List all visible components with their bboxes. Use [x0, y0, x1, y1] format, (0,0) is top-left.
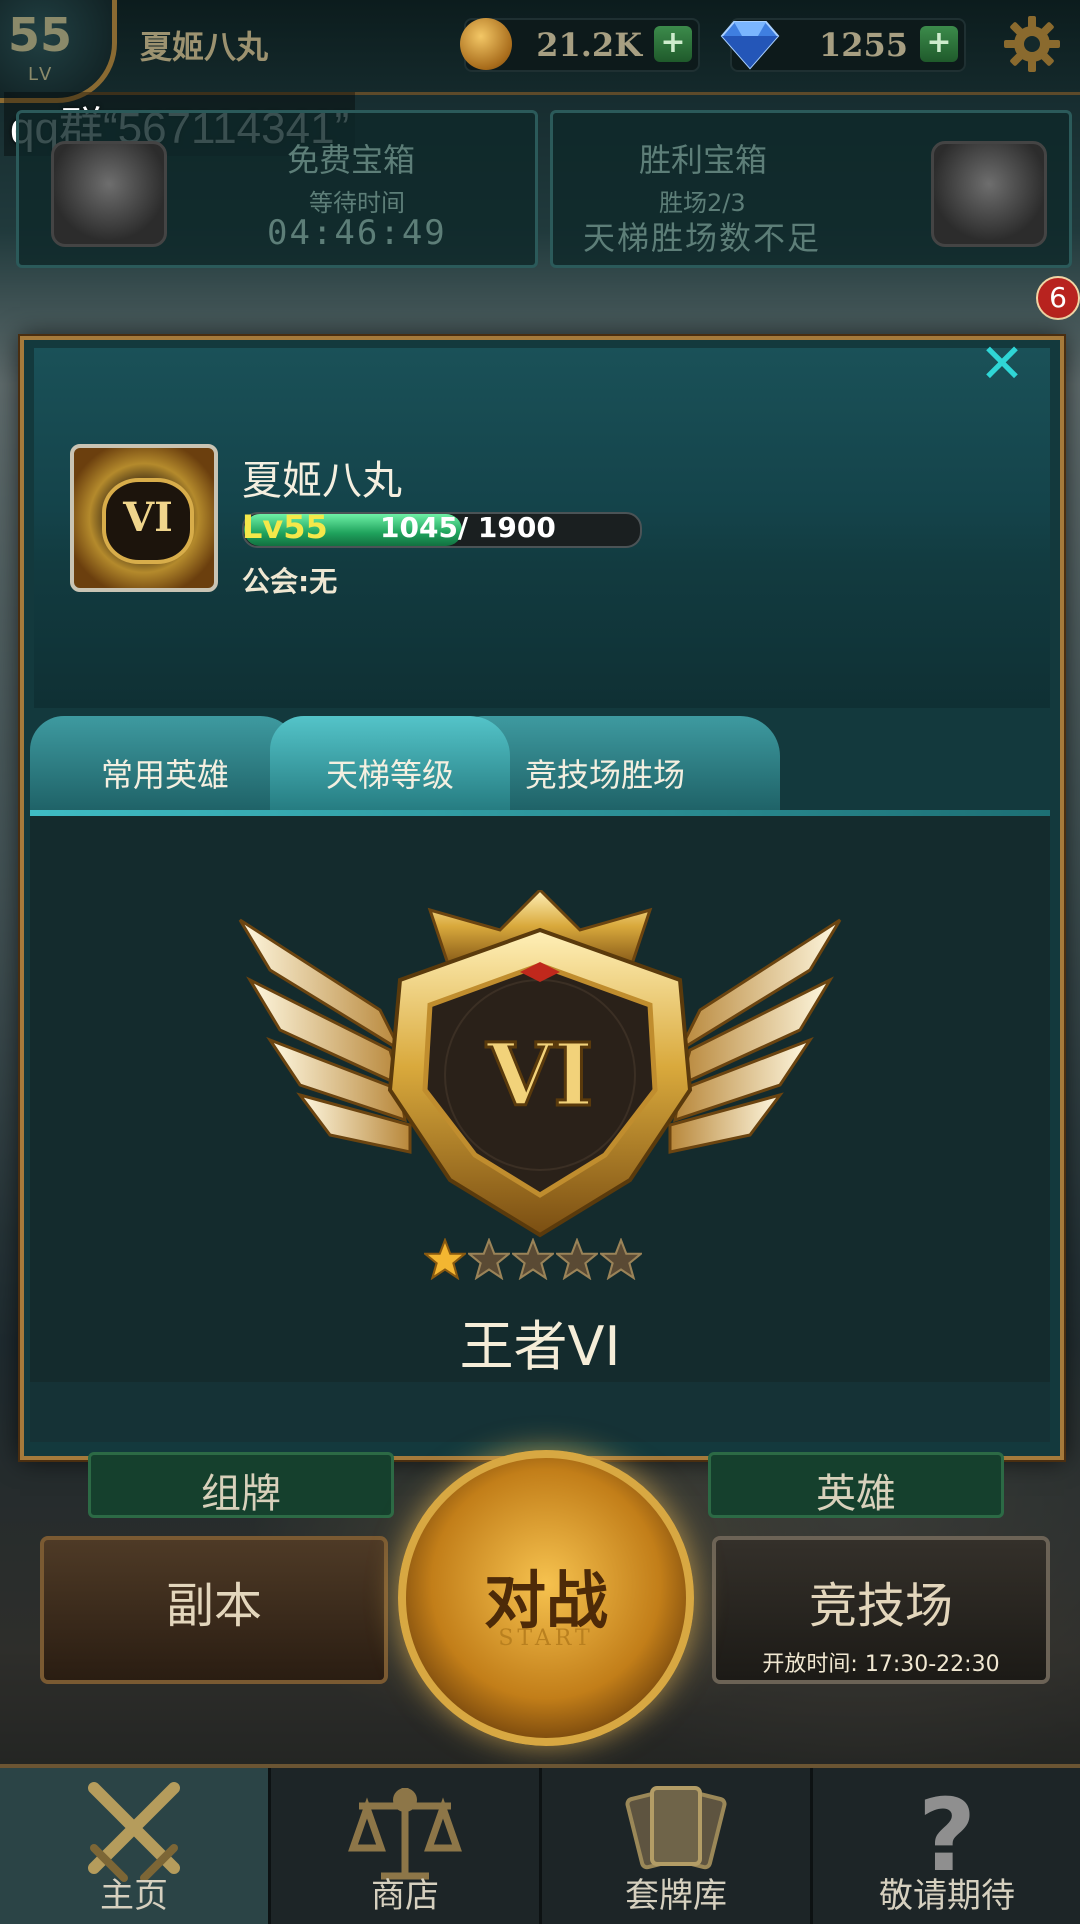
tab-ladder-rank[interactable]: 天梯等级	[270, 716, 510, 816]
tab-label: 天梯等级	[325, 756, 454, 794]
dungeon-button[interactable]: 副本	[40, 1536, 388, 1684]
victory-chest-status: 天梯胜场数不足	[583, 220, 822, 256]
nav-home[interactable]: 主页	[0, 1768, 271, 1924]
event-notification-badge: 6	[1036, 276, 1080, 320]
nav-label: 套牌库	[625, 1876, 727, 1916]
heroes-label: 英雄	[816, 1471, 896, 1517]
victory-chest-title: 胜利宝箱	[639, 141, 768, 179]
bottom-navigation: 主页 商店 套牌库 ? 敬请期待	[0, 1764, 1080, 1924]
arena-button[interactable]: 竞技场 开放时间: 17:30-22:30	[712, 1536, 1050, 1684]
emblem-numeral: VI	[486, 1025, 594, 1126]
battle-start-label: START	[498, 1626, 594, 1651]
top-status-bar: 55 LV 夏姬八丸 21.2K + 1255 +	[0, 0, 1080, 103]
gold-counter: 21.2K +	[460, 18, 700, 72]
nav-label: 主页	[100, 1876, 168, 1916]
nav-label: 敬请期待	[879, 1876, 1015, 1916]
profile-level-label: Lv55	[242, 508, 328, 546]
free-chest-panel[interactable]: 免费宝箱 等待时间 04:46:49	[16, 110, 538, 268]
xp-value-text: 1045/ 1900	[380, 511, 556, 544]
rank-emblem-icon: VI	[238, 890, 842, 1238]
dungeon-label: 副本	[165, 1578, 262, 1634]
free-chest-timer: 04:46:49	[267, 213, 447, 253]
player-avatar[interactable]: VI	[70, 444, 218, 592]
gem-value: 1255	[818, 26, 908, 64]
add-gems-button[interactable]: +	[920, 26, 958, 62]
deck-builder-button[interactable]: 组牌	[88, 1452, 394, 1518]
player-level-badge[interactable]: 55 LV	[0, 0, 117, 103]
arena-open-hours: 开放时间: 17:30-22:30	[762, 1652, 1000, 1677]
ladder-rank-title: 王者VI	[459, 1315, 621, 1378]
tab-label: 常用英雄	[100, 756, 229, 794]
nav-label: 商店	[371, 1876, 439, 1916]
empty-star-icon	[556, 1238, 598, 1280]
gold-coin-icon	[460, 18, 512, 70]
profile-tabs: 常用英雄 竞技场胜场 天梯等级	[30, 716, 1050, 816]
battle-start-button[interactable]: 对战 START	[398, 1450, 694, 1746]
diamond-icon	[720, 21, 780, 70]
player-level-label: LV	[28, 64, 55, 85]
settings-gear-icon[interactable]	[1002, 14, 1062, 74]
victory-chest-icon	[931, 141, 1047, 247]
empty-star-icon	[468, 1238, 510, 1280]
dialog-footer	[30, 1382, 1050, 1442]
gem-counter: 1255 +	[720, 18, 966, 72]
tab-favorite-heroes[interactable]: 常用英雄	[30, 716, 300, 816]
profile-player-name: 夏姬八丸	[242, 458, 402, 504]
avatar-rank-numeral: VI	[123, 494, 173, 541]
guild-label: 公会:无	[242, 565, 338, 598]
empty-star-icon	[600, 1238, 642, 1280]
heroes-button[interactable]: 英雄	[708, 1452, 1004, 1518]
free-chest-title: 免费宝箱	[287, 141, 416, 179]
free-chest-icon	[51, 141, 167, 247]
add-gold-button[interactable]: +	[654, 26, 692, 62]
top-player-name: 夏姬八丸	[140, 28, 269, 66]
player-level: 55	[8, 8, 73, 62]
empty-star-icon	[512, 1238, 554, 1280]
avatar-rank-emblem: VI	[102, 478, 194, 564]
victory-chest-panel[interactable]: 胜利宝箱 胜场2/3 天梯胜场数不足	[550, 110, 1072, 268]
filled-star-icon	[424, 1238, 466, 1280]
gold-value: 21.2K	[536, 26, 642, 64]
arena-label: 竞技场	[808, 1578, 953, 1634]
nav-shop[interactable]: 商店	[271, 1768, 542, 1924]
close-icon[interactable]: ✕	[976, 337, 1028, 392]
nav-coming-soon[interactable]: ? 敬请期待	[813, 1768, 1080, 1924]
deck-builder-label: 组牌	[201, 1471, 281, 1517]
nav-deck-library[interactable]: 套牌库	[542, 1768, 813, 1924]
